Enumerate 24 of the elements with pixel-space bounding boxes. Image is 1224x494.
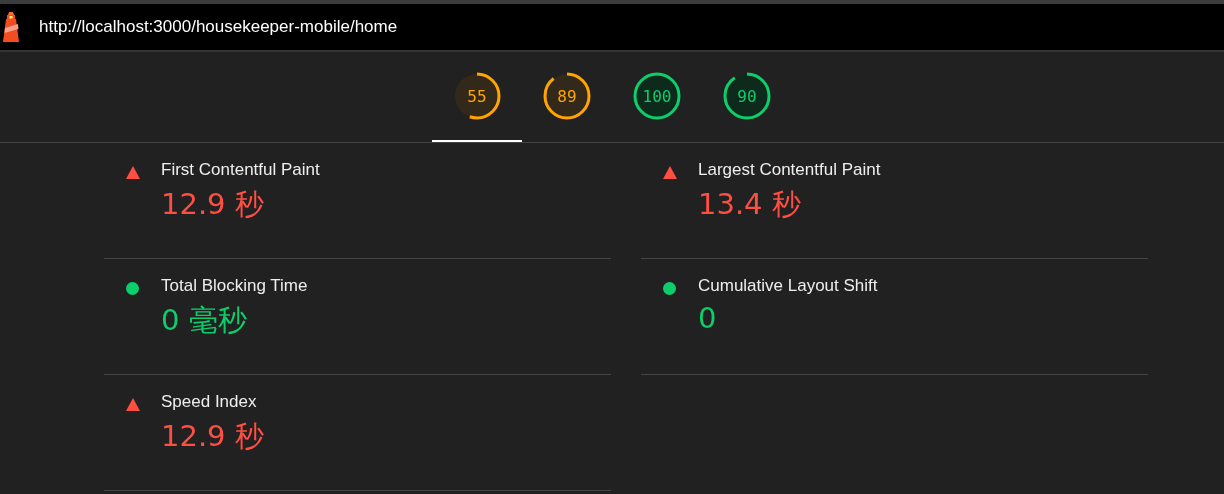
score-value: 90 [737, 86, 757, 106]
metric-title: Speed Index [161, 392, 257, 412]
lighthouse-icon [0, 12, 22, 42]
url-text: http://localhost:3000/housekeeper-mobile/home [39, 17, 398, 37]
score-tab[interactable]: 55 [432, 52, 522, 142]
score-value: 89 [557, 86, 577, 106]
metric-title: Total Blocking Time [161, 276, 308, 296]
score-gauge [452, 71, 502, 121]
metric-value: 13.4 秒 [698, 186, 801, 223]
metric-value: 12.9 秒 [161, 418, 264, 455]
metric-title: First Contentful Paint [161, 160, 320, 180]
score-value: 100 [642, 86, 672, 106]
score-gauge [632, 71, 682, 121]
score-gauge [542, 71, 592, 121]
metric-title: Cumulative Layout Shift [698, 276, 878, 296]
metric-value: 0 毫秒 [161, 302, 247, 339]
score-value: 55 [467, 86, 487, 106]
score-gauge [722, 71, 772, 121]
score-tab[interactable]: 90 [702, 52, 792, 142]
metric-title: Largest Contentful Paint [698, 160, 881, 180]
metric-value: 0 [698, 301, 717, 335]
metric-value: 12.9 秒 [161, 186, 264, 223]
score-tab[interactable]: 89 [522, 52, 612, 142]
score-tab[interactable]: 100 [612, 52, 702, 142]
